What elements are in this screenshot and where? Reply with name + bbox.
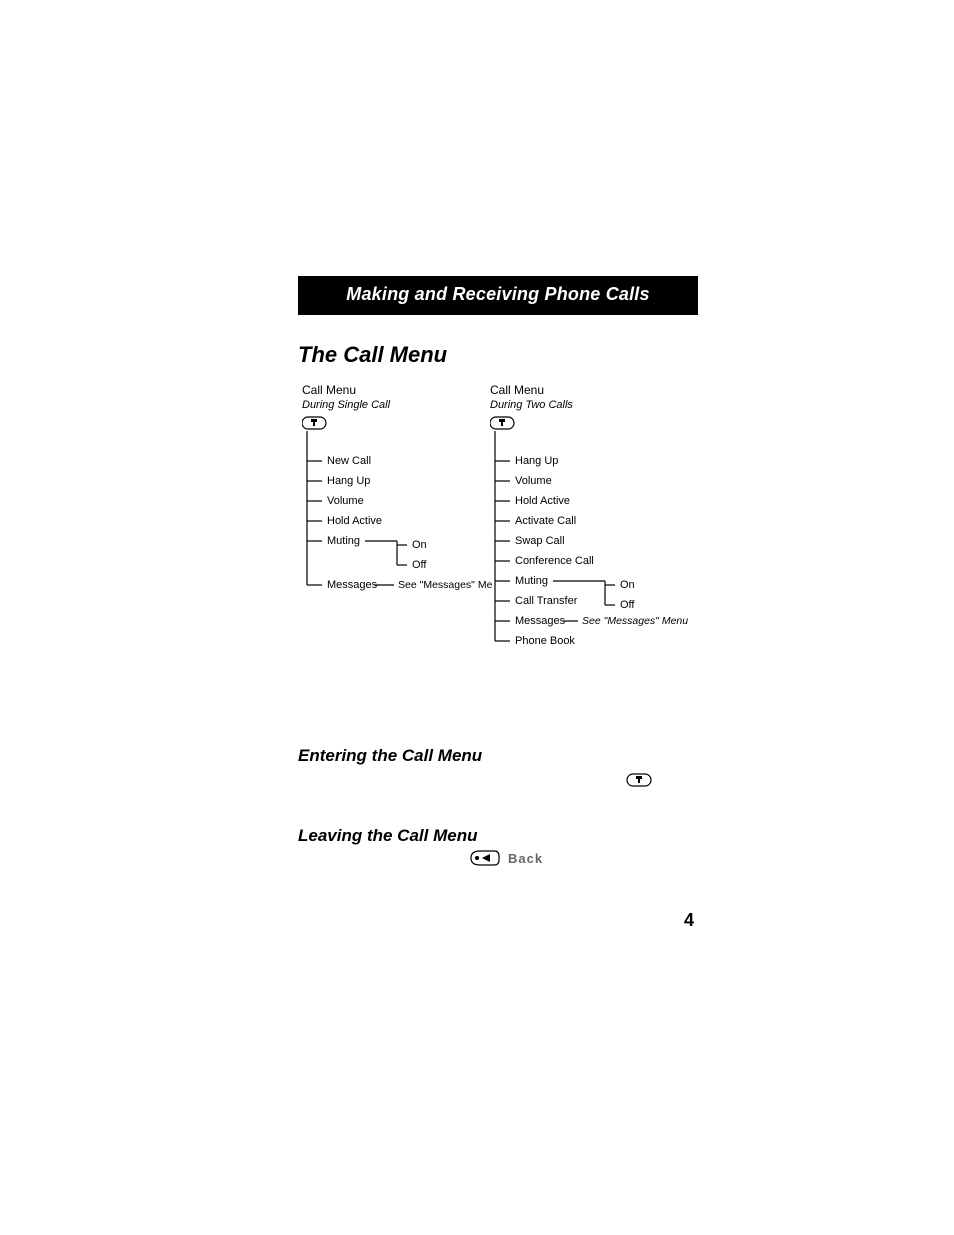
tree-item: Hang Up bbox=[327, 475, 370, 487]
tree-item: Call Transfer bbox=[515, 595, 578, 607]
tree-diagram: New Call Hang Up Volume Hold Active Muti… bbox=[302, 413, 492, 623]
tree-item: Muting bbox=[515, 575, 548, 587]
tree-single-call: Call Menu During Single Call New Call bbox=[302, 383, 492, 603]
tree-item: New Call bbox=[327, 455, 371, 467]
tree-item: Phone Book bbox=[515, 635, 575, 647]
messages-ref: See "Messages" Menu bbox=[582, 615, 688, 627]
muting-off: Off bbox=[620, 599, 635, 611]
tree-title: Call Menu bbox=[490, 383, 710, 397]
tree-item: Muting bbox=[327, 535, 360, 547]
tree-item: Activate Call bbox=[515, 515, 576, 527]
page: Making and Receiving Phone Calls The Cal… bbox=[0, 0, 954, 1235]
page-number: 4 bbox=[684, 910, 694, 931]
tree-diagram: Hang Up Volume Hold Active Activate Call… bbox=[490, 413, 710, 693]
tree-subtitle: During Two Calls bbox=[490, 399, 710, 412]
tree-title: Call Menu bbox=[302, 383, 492, 397]
chapter-title: Making and Receiving Phone Calls bbox=[346, 284, 649, 304]
tree-item: Volume bbox=[327, 495, 364, 507]
menu-key-icon bbox=[626, 773, 652, 787]
tree-item: Hold Active bbox=[515, 495, 570, 507]
back-label: Back bbox=[508, 851, 543, 866]
back-key: Back bbox=[470, 850, 543, 866]
messages-ref: See "Messages" Menu bbox=[398, 579, 492, 591]
tree-item: Messages bbox=[327, 579, 378, 591]
section-title-call-menu: The Call Menu bbox=[298, 342, 447, 368]
section-title-entering: Entering the Call Menu bbox=[298, 746, 482, 766]
tree-item: Conference Call bbox=[515, 555, 594, 567]
tree-item: Volume bbox=[515, 475, 552, 487]
muting-off: Off bbox=[412, 559, 427, 571]
tree-subtitle: During Single Call bbox=[302, 399, 492, 412]
tree-two-calls: Call Menu During Two Calls bbox=[490, 383, 710, 658]
tree-item: Swap Call bbox=[515, 535, 565, 547]
menu-key-icon bbox=[302, 417, 326, 429]
section-title-leaving: Leaving the Call Menu bbox=[298, 826, 477, 846]
chapter-banner: Making and Receiving Phone Calls bbox=[298, 276, 698, 315]
tree-item: Hold Active bbox=[327, 515, 382, 527]
back-key-icon bbox=[470, 850, 500, 866]
muting-on: On bbox=[412, 539, 427, 551]
tree-item: Hang Up bbox=[515, 455, 558, 467]
tree-item: Messages bbox=[515, 615, 566, 627]
menu-key-icon bbox=[490, 417, 514, 429]
muting-on: On bbox=[620, 579, 635, 591]
